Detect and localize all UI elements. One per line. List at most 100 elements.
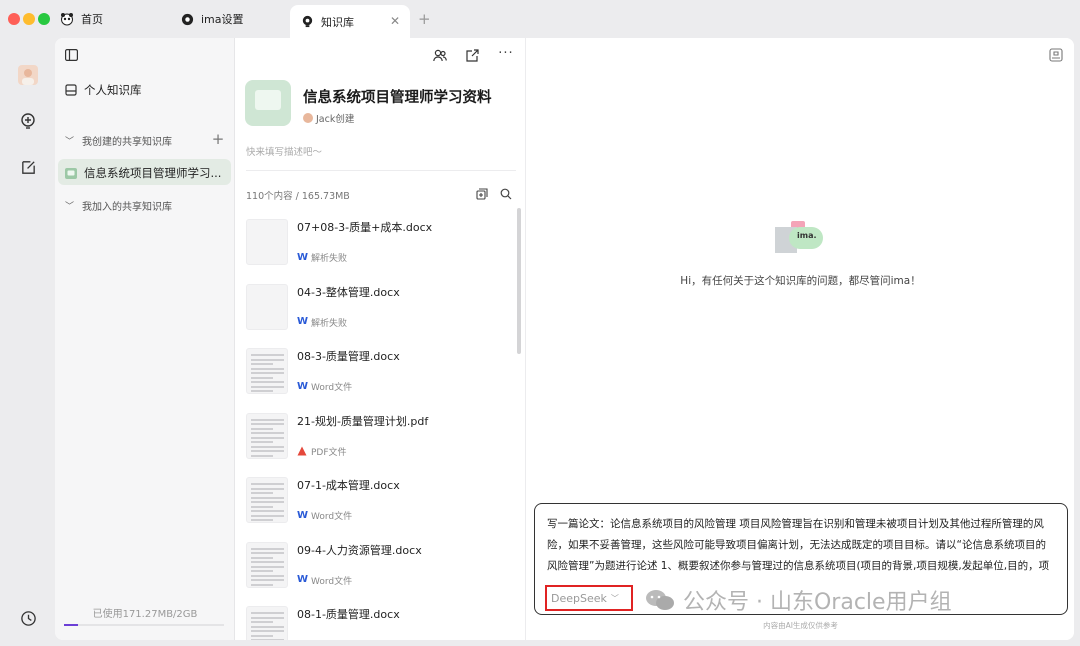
watermark: 公众号 · 山东Oracle用户组 xyxy=(645,584,952,615)
file-name: 07-1-成本管理.docx xyxy=(297,479,400,492)
new-chat-icon[interactable] xyxy=(17,110,39,132)
file-list-item[interactable]: 08-1-质量管理.docx xyxy=(246,606,516,640)
section-joined-shared[interactable]: ﹀ 我加入的共享知识库 xyxy=(65,198,172,213)
creator-avatar xyxy=(303,113,313,123)
knowledge-icon xyxy=(300,15,314,29)
members-icon[interactable] xyxy=(432,47,448,63)
word-icon: W xyxy=(297,509,309,521)
tab-knowledge-base[interactable]: 知识库 ✕ xyxy=(290,5,410,38)
file-thumbnail xyxy=(246,477,288,523)
word-icon: W xyxy=(297,251,309,263)
tab-label: 知识库 xyxy=(321,15,354,29)
close-window-button[interactable] xyxy=(8,13,20,25)
file-meta: W 解析失败 xyxy=(297,316,347,329)
settings-icon xyxy=(180,12,194,26)
logo-text: ima. xyxy=(797,231,817,240)
file-name: 08-1-质量管理.docx xyxy=(297,608,400,621)
file-meta: PDF文件 xyxy=(297,445,347,458)
file-thumbnail xyxy=(246,348,288,394)
close-tab-icon[interactable]: ✕ xyxy=(390,14,400,28)
sidebar-item-active-kb[interactable]: 信息系统项目管理师学习... xyxy=(65,165,221,181)
word-icon: W xyxy=(297,316,309,327)
search-icon[interactable] xyxy=(498,186,514,202)
kb-stats: 110个内容 / 165.73MB xyxy=(246,191,350,202)
storage-bar-fill xyxy=(64,624,78,626)
ai-disclaimer: 内容由AI生成仅供参考 xyxy=(763,621,838,630)
kb-creator: Jack创建 xyxy=(303,111,354,125)
file-meta: W Word文件 xyxy=(297,574,352,587)
kb-content-column: ··· 信息系统项目管理师学习资料 Jack创建 快来填写描述吧～ 110个内容… xyxy=(236,38,526,640)
chevron-down-icon: ﹀ xyxy=(610,593,619,603)
word-icon: W xyxy=(297,380,309,392)
kb-title: 信息系统项目管理师学习资料 xyxy=(303,90,492,106)
history-icon[interactable] xyxy=(17,607,39,629)
file-name: 21-规划-质量管理计划.pdf xyxy=(297,414,429,428)
file-list-item[interactable]: 08-3-质量管理.docx W Word文件 xyxy=(246,348,516,404)
scrollbar[interactable] xyxy=(517,208,521,354)
ima-logo: ima. xyxy=(775,221,823,255)
file-list-item[interactable]: 07-1-成本管理.docx W Word文件 xyxy=(246,477,516,533)
watermark-text: 公众号 · 山东Oracle用户组 xyxy=(683,590,952,615)
chat-input-box[interactable]: 写一篇论文：论信息系统项目的风险管理 项目风险管理旨在识别和管理未被项目计划及其… xyxy=(534,503,1068,615)
minimize-window-button[interactable] xyxy=(23,13,35,25)
panda-icon xyxy=(60,12,74,26)
share-icon[interactable] xyxy=(464,47,480,63)
file-status: Word文件 xyxy=(311,576,353,587)
edit-icon[interactable] xyxy=(17,156,39,178)
kb-sidebar: 个人知识库 ﹀ 我创建的共享知识库 + 信息系统项目管理师学习... ﹀ 我加入… xyxy=(55,38,235,640)
wechat-icon xyxy=(645,588,675,612)
sidebar-toggle-icon[interactable] xyxy=(63,47,79,63)
model-label: DeepSeek xyxy=(551,591,607,605)
chat-input-text[interactable]: 写一篇论文：论信息系统项目的风险管理 项目风险管理旨在识别和管理未被项目计划及其… xyxy=(547,514,1055,578)
left-rail xyxy=(0,38,55,646)
section-label: 我加入的共享知识库 xyxy=(82,202,173,213)
main-panel: 个人知识库 ﹀ 我创建的共享知识库 + 信息系统项目管理师学习... ﹀ 我加入… xyxy=(55,38,1074,640)
tab-ima-settings[interactable]: ima设置 xyxy=(180,5,290,33)
tab-label: ima设置 xyxy=(201,13,244,26)
model-select[interactable]: DeepSeek ﹀ xyxy=(545,585,633,611)
file-meta: W 解析失败 xyxy=(297,251,347,264)
file-thumbnail xyxy=(246,412,288,459)
add-content-icon[interactable] xyxy=(474,186,490,202)
storage-usage-text: 已使用171.27MB/2GB xyxy=(92,609,198,620)
file-list-item[interactable]: 07+08-3-质量+成本.docx W 解析失败 xyxy=(246,219,516,275)
file-thumbnail xyxy=(246,283,288,330)
title-bar: 首页 ima设置 知识库 ✕ + xyxy=(0,0,1080,38)
file-list-item[interactable]: 09-4-人力资源管理.docx W Word文件 xyxy=(246,541,516,598)
chevron-down-icon: ﹀ xyxy=(65,137,75,147)
file-name: 08-3-质量管理.docx xyxy=(297,350,400,363)
creator-label: Jack创建 xyxy=(316,114,355,125)
word-icon: W xyxy=(297,574,309,585)
section-label: 我创建的共享知识库 xyxy=(82,137,173,148)
file-thumbnail xyxy=(246,541,288,588)
file-status: Word文件 xyxy=(311,512,353,522)
divider xyxy=(246,170,516,171)
pdf-icon xyxy=(297,446,307,456)
file-name: 07+08-3-质量+成本.docx xyxy=(297,221,433,234)
kb-description-field[interactable]: 快来填写描述吧～ xyxy=(246,144,322,158)
storage-bar xyxy=(64,624,224,626)
file-name: 09-4-人力资源管理.docx xyxy=(297,543,422,557)
more-icon[interactable]: ··· xyxy=(498,45,514,61)
chat-column: ima. Hi，有任何关于这个知识库的问题，都尽管问ima！ 写一篇论文：论信息… xyxy=(527,38,1074,640)
file-thumbnail xyxy=(246,606,288,640)
new-tab-button[interactable]: + xyxy=(418,10,431,28)
clean-icon[interactable] xyxy=(1048,47,1064,63)
chat-greeting: Hi，有任何关于这个知识库的问题，都尽管问ima！ xyxy=(680,275,921,287)
book-icon xyxy=(65,84,77,96)
kb-icon xyxy=(65,167,77,179)
file-list-item[interactable]: 04-3-整体管理.docx W 解析失败 xyxy=(246,283,516,340)
kb-cover-image xyxy=(245,80,291,126)
sidebar-item-personal-kb[interactable]: 个人知识库 xyxy=(65,82,142,98)
sidebar-item-label: 信息系统项目管理师学习... xyxy=(84,166,222,180)
file-thumbnail xyxy=(246,219,288,265)
tab-home[interactable]: 首页 xyxy=(60,5,170,33)
section-created-shared[interactable]: ﹀ 我创建的共享知识库 xyxy=(65,133,172,148)
file-status: 解析失败 xyxy=(311,254,348,264)
avatar[interactable] xyxy=(17,64,39,86)
file-status: Word文件 xyxy=(311,383,353,393)
zoom-window-button[interactable] xyxy=(38,13,50,25)
add-kb-button[interactable]: + xyxy=(210,130,226,148)
file-status: PDF文件 xyxy=(311,447,347,458)
file-list-item[interactable]: 21-规划-质量管理计划.pdf PDF文件 xyxy=(246,412,516,469)
